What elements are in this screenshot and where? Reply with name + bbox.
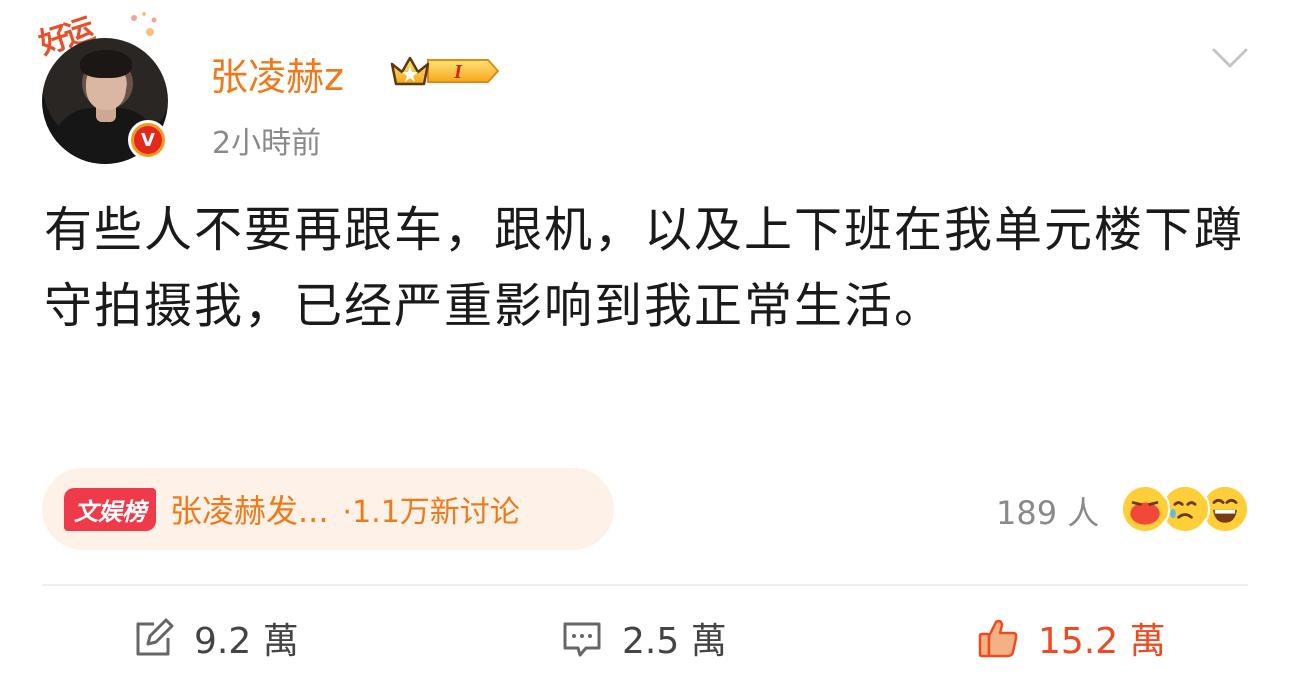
topic-pill[interactable]: 文娱榜 张凌赫发... ·1.1万新讨论 bbox=[42, 468, 614, 550]
repost-count: 9.2 萬 bbox=[194, 621, 299, 662]
post-content: 有些人不要再跟车，跟机，以及上下班在我单元楼下蹲守拍摄我，已经严重影响到我正常生… bbox=[44, 202, 1245, 334]
avatar-container[interactable]: 好运 V bbox=[34, 8, 184, 164]
comment-icon bbox=[563, 622, 601, 657]
chevron-down-icon[interactable] bbox=[1210, 44, 1250, 72]
like-button[interactable]: 15.2 萬 bbox=[976, 610, 1166, 666]
verified-badge-icon: V bbox=[128, 120, 168, 160]
comment-count: 2.5 萬 bbox=[622, 621, 727, 662]
avatar-hair bbox=[80, 50, 132, 78]
vip-crown-icon[interactable]: I bbox=[388, 50, 500, 92]
topic-title: 张凌赫发... bbox=[170, 492, 329, 530]
username[interactable]: 张凌赫z bbox=[210, 46, 344, 101]
angry-face-icon bbox=[1120, 484, 1170, 534]
vip-level: I bbox=[453, 61, 463, 83]
reaction-emoji-stack[interactable] bbox=[1120, 484, 1250, 536]
like-count: 15.2 萬 bbox=[1038, 621, 1166, 662]
comment-button[interactable]: 2.5 萬 bbox=[560, 610, 727, 666]
topic-tag-badge: 文娱榜 bbox=[64, 487, 156, 531]
reactors-count[interactable]: 189 人 bbox=[996, 488, 1099, 534]
topic-discussion-count: ·1.1万新讨论 bbox=[342, 495, 520, 530]
thumbs-up-icon bbox=[978, 619, 1018, 658]
repost-icon bbox=[136, 618, 174, 656]
repost-button[interactable]: 9.2 萬 bbox=[132, 610, 299, 666]
post-time: 2小時前 bbox=[212, 126, 322, 161]
divider bbox=[42, 584, 1248, 586]
